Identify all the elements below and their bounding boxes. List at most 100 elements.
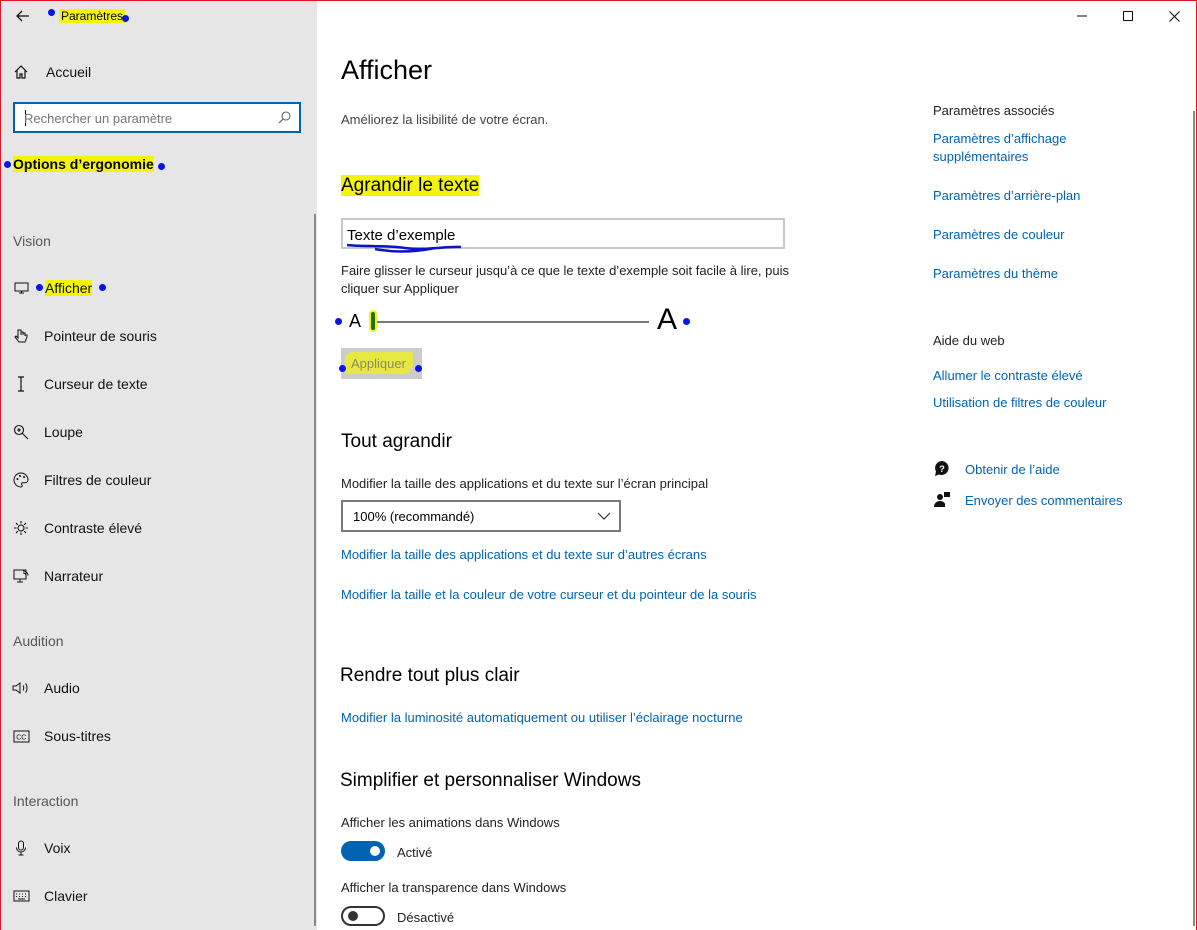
sidebar-item-label: Afficher — [45, 280, 93, 296]
search-input[interactable] — [24, 109, 264, 127]
sidebar-item-loupe[interactable]: Loupe — [2, 412, 312, 452]
other-screens-link[interactable]: Modifier la taille des applications et d… — [341, 546, 707, 564]
sidebar-item-label: Sous-titres — [44, 728, 111, 744]
search-icon[interactable] — [278, 111, 291, 124]
apply-button[interactable]: Appliquer — [339, 348, 422, 379]
toggle-knob — [370, 846, 380, 856]
transparence-label: Afficher la transparence dans Windows — [341, 880, 567, 895]
scale-label: Modifier la taille des applications et d… — [341, 476, 709, 491]
sidebar-item-label: Filtres de couleur — [44, 472, 152, 488]
web-link-filters[interactable]: Utilisation de filtres de couleur — [933, 394, 1153, 412]
web-help-title: Aide du web — [933, 333, 1005, 348]
close-button[interactable] — [1151, 1, 1196, 31]
large-a-label: A — [657, 303, 678, 336]
associated-link-theme[interactable]: Paramètres du thème — [933, 265, 1153, 283]
heading-text: Agrandir le texte — [341, 175, 480, 196]
annotation-dot — [99, 284, 106, 291]
associated-settings-title: Paramètres associés — [933, 103, 1055, 118]
annotation-dot — [158, 163, 165, 170]
sidebar-item-label: Pointeur de souris — [44, 328, 157, 344]
sidebar-item-clavier[interactable]: Clavier — [2, 876, 312, 916]
associated-link-background[interactable]: Paramètres d’arrière-plan — [933, 187, 1153, 205]
transparence-state: Désactivé — [397, 910, 455, 925]
svg-text:CC: CC — [16, 734, 26, 741]
brightness-link[interactable]: Modifier la luminosité automatiquement o… — [341, 709, 743, 727]
main-content: Afficher Améliorez la lisibilité de votr… — [317, 1, 1196, 930]
feedback-link[interactable]: Envoyer des commentaires — [933, 490, 1123, 510]
get-help-label: Obtenir de l’aide — [965, 461, 1060, 477]
scale-dropdown-value: 100% (recommandé) — [353, 509, 475, 524]
sidebar-item-filtres[interactable]: Filtres de couleur — [2, 460, 312, 500]
cursor-pointer-link[interactable]: Modifier la taille et la couleur de votr… — [341, 586, 771, 604]
narrator-icon — [12, 567, 30, 585]
minimize-button[interactable] — [1059, 1, 1105, 31]
annotation-dot — [4, 161, 11, 168]
sidebar-item-label: Curseur de texte — [44, 376, 148, 392]
sidebar-item-narrateur[interactable]: Narrateur — [2, 556, 312, 596]
section-title-text: Options d’ergonomie — [13, 156, 154, 172]
app-title: Paramètres — [59, 9, 126, 23]
group-label-vision: Vision — [13, 233, 51, 249]
keyboard-icon — [12, 887, 30, 905]
back-arrow-icon — [16, 10, 29, 22]
sidebar-item-label: Contraste élevé — [44, 520, 143, 536]
slider-thumb[interactable] — [369, 310, 377, 332]
sidebar-item-label: Voix — [44, 840, 71, 856]
page-subtitle: Améliorez la lisibilité de votre écran. — [341, 112, 549, 127]
search-box[interactable] — [13, 102, 301, 133]
help-chat-icon: ? — [935, 461, 949, 476]
section-heading-rendre-clair: Rendre tout plus clair — [340, 665, 520, 686]
brightness-icon — [12, 519, 30, 537]
toggle-knob — [348, 911, 358, 921]
section-heading-tout-agrandir: Tout agrandir — [341, 431, 452, 452]
feedback-icon — [934, 492, 950, 507]
section-title: Options d’ergonomie — [13, 156, 154, 172]
monitor-icon — [12, 279, 30, 297]
slider-instructions: Faire glisser le curseur jusqu’à ce que … — [341, 263, 789, 296]
section-heading-agrandir-texte: Agrandir le texte — [341, 175, 480, 197]
close-icon — [1168, 10, 1180, 22]
sidebar-item-pointeur[interactable]: Pointeur de souris — [2, 316, 312, 356]
speaker-icon — [12, 679, 30, 697]
scale-dropdown[interactable]: 100% (recommandé) — [341, 500, 621, 532]
transparence-toggle[interactable] — [341, 906, 385, 926]
home-icon — [12, 63, 30, 81]
maximize-button[interactable] — [1105, 1, 1151, 31]
home-nav-item[interactable]: Accueil — [2, 52, 312, 92]
sidebar-scrollbar[interactable] — [314, 214, 316, 926]
group-label-audition: Audition — [13, 633, 64, 649]
back-button[interactable] — [10, 5, 36, 27]
annotation-underline — [346, 243, 462, 253]
sample-text-box: Texte d’exemple — [341, 218, 785, 253]
animations-toggle[interactable] — [341, 841, 385, 861]
annotation-dot — [683, 318, 690, 325]
sidebar-item-curseur[interactable]: Curseur de texte — [2, 364, 312, 404]
maximize-icon — [1123, 11, 1133, 21]
sidebar-item-audio[interactable]: Audio — [2, 668, 312, 708]
svg-text:?: ? — [939, 464, 945, 474]
get-help-link[interactable]: ? Obtenir de l’aide — [933, 459, 1060, 479]
sidebar-item-afficher[interactable]: Afficher — [2, 268, 312, 308]
associated-link-color[interactable]: Paramètres de couleur — [933, 226, 1153, 244]
sidebar-item-label: Narrateur — [44, 568, 104, 584]
main-scrollbar[interactable] — [1193, 111, 1195, 926]
text-cursor-icon — [12, 375, 30, 393]
sidebar-item-label: Loupe — [44, 424, 83, 440]
sidebar-item-soustitres[interactable]: CC Sous-titres — [2, 716, 312, 756]
magnifier-icon — [12, 423, 30, 441]
sidebar-item-contraste[interactable]: Contraste élevé — [2, 508, 312, 548]
apply-button-label: Appliquer — [351, 356, 406, 371]
home-label: Accueil — [46, 64, 92, 80]
settings-window: Paramètres Accueil Options d’ergonomie V… — [0, 0, 1197, 930]
sidebar-item-label: Audio — [44, 680, 80, 696]
associated-link-display[interactable]: Paramètres d’affichage supplémentaires — [933, 130, 1103, 166]
slider-track[interactable] — [375, 321, 649, 323]
window-controls — [1059, 1, 1196, 31]
animations-label: Afficher les animations dans Windows — [341, 815, 560, 830]
microphone-icon — [12, 839, 30, 857]
text-size-slider[interactable]: A A — [335, 303, 695, 339]
sidebar-item-label: Clavier — [44, 888, 88, 904]
sidebar-item-voix[interactable]: Voix — [2, 828, 312, 868]
web-link-contrast[interactable]: Allumer le contraste élevé — [933, 367, 1153, 385]
group-label-interaction: Interaction — [13, 793, 79, 809]
